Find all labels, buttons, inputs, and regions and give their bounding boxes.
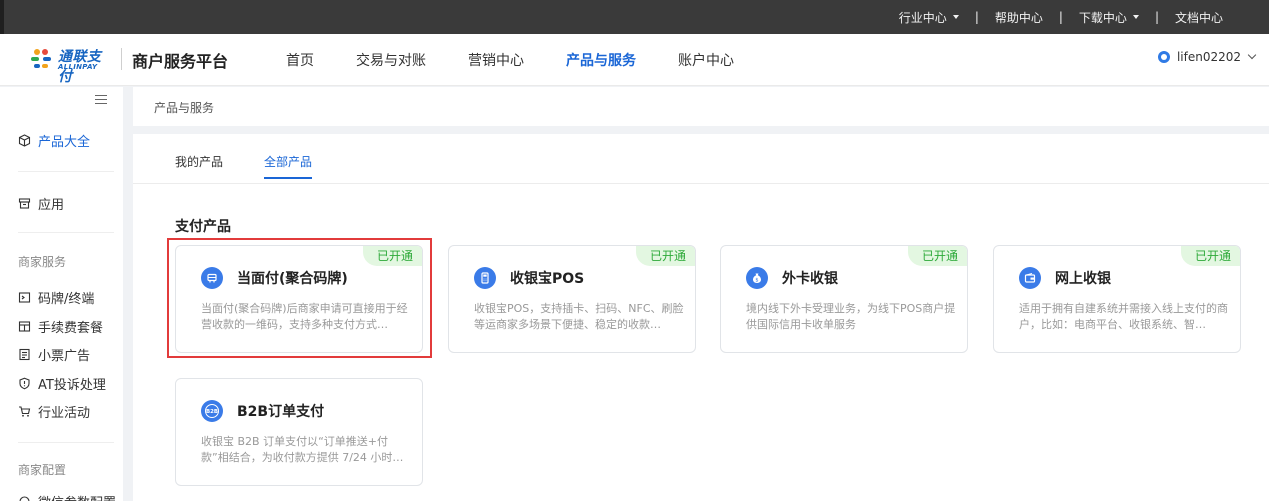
foreign-card-icon: $ — [746, 267, 768, 289]
doc-center-label: 文档中心 — [1174, 10, 1223, 25]
card-description: 境内线下外卡受理业务，为线下POS商户提供国际信用卡收单服务 — [746, 302, 956, 331]
sidebar-item-label: AT投诉处理 — [38, 378, 106, 393]
receipt-icon — [18, 348, 31, 361]
top-bar: 行业中心 | 帮助中心 | 下载中心 | 文档中心 — [0, 0, 1269, 34]
menu-collapse-icon[interactable] — [95, 95, 107, 105]
package-icon — [18, 320, 31, 333]
sidebar-item-product-all[interactable]: 产品大全 — [18, 131, 90, 150]
active-tab-indicator — [264, 177, 312, 179]
breadcrumb-bar: 产品与服务 — [133, 87, 1269, 126]
sidebar-item-wechat-config[interactable]: 微信参数配置 — [18, 492, 116, 501]
platform-title: 商户服务平台 — [132, 52, 229, 71]
chevron-down-icon — [1247, 50, 1257, 60]
card-title: 收银宝POS — [510, 271, 585, 287]
window-edge — [0, 0, 4, 34]
status-badge: 已开通 — [635, 246, 695, 266]
cart-icon — [18, 405, 31, 418]
download-center-menu[interactable]: 下载中心 — [1063, 9, 1155, 26]
app-box-icon — [18, 197, 31, 210]
download-center-label: 下载中心 — [1078, 10, 1127, 25]
card-description: 收银宝 B2B 订单支付以“订单推送+付款”相结合，为收付款方提供 7/24 小… — [201, 435, 404, 464]
doc-center-link[interactable]: 文档中心 — [1159, 9, 1239, 26]
sidebar-item-label: 码牌/终端 — [38, 292, 95, 307]
user-avatar-icon — [1157, 51, 1170, 63]
sidebar-item-terminal[interactable]: 码牌/终端 — [18, 288, 94, 307]
user-menu[interactable]: lifen02202 — [1157, 50, 1257, 64]
product-card-b2b[interactable]: B2B B2B订单支付 收银宝 B2B 订单支付以“订单推送+付款”相结合，为收… — [175, 378, 423, 486]
sidebar-divider — [18, 232, 114, 233]
sidebar-item-industry-events[interactable]: 行业活动 — [18, 402, 90, 421]
status-badge: 已开通 — [1180, 246, 1240, 266]
sidebar-item-label: 应用 — [38, 198, 65, 213]
header: 通联支付 ALLINPAY 商户服务平台 首页 交易与对账 营销中心 产品与服务… — [0, 34, 1269, 86]
sidebar-item-label: 微信参数配置 — [38, 492, 116, 501]
card-title: 网上收银 — [1055, 271, 1111, 287]
sidebar-group-merchant-service: 商家服务 — [18, 255, 67, 269]
allinpay-logo[interactable]: 通联支付 ALLINPAY — [28, 44, 112, 85]
sidebar-item-label: 小票广告 — [38, 349, 91, 364]
terminal-icon — [18, 291, 31, 304]
allinpay-logo-icon — [31, 49, 51, 68]
sidebar-group-merchant-config: 商家配置 — [18, 463, 67, 477]
card-description: 适用于拥有自建系统并需接入线上支付的商户，比如：电商平台、收银系统、智… — [1019, 302, 1228, 331]
sidebar-item-label: 行业活动 — [38, 406, 91, 421]
section-title: 支付产品 — [175, 219, 231, 235]
nav-account-center[interactable]: 账户中心 — [678, 50, 734, 70]
sidebar-item-receipt-ads[interactable]: 小票广告 — [18, 345, 90, 364]
sidebar-item-apps[interactable]: 应用 — [18, 194, 64, 213]
status-badge: 已开通 — [907, 246, 967, 266]
product-tabs: 我的产品 全部产品 — [133, 134, 1269, 184]
help-center-link[interactable]: 帮助中心 — [979, 9, 1059, 26]
nav-products-services[interactable]: 产品与服务 — [566, 50, 636, 70]
nav-home[interactable]: 首页 — [286, 50, 314, 70]
card-description: 收银宝POS，支持插卡、扫码、NFC、刷脸等运商家多场景下便捷、稳定的收款… — [474, 302, 684, 331]
industry-center-label: 行业中心 — [898, 10, 947, 25]
pos-icon — [474, 267, 496, 289]
settings-icon — [18, 495, 31, 501]
sidebar-divider — [18, 442, 114, 443]
wallet-icon — [1019, 267, 1041, 289]
nav-marketing[interactable]: 营销中心 — [468, 50, 524, 70]
industry-center-menu[interactable]: 行业中心 — [883, 9, 975, 26]
sidebar-item-fee-package[interactable]: 手续费套餐 — [18, 317, 103, 336]
svg-text:$: $ — [755, 278, 758, 284]
sidebar-item-label: 产品大全 — [38, 135, 91, 150]
logo-subtext: ALLINPAY — [58, 63, 98, 71]
top-nav: 行业中心 | 帮助中心 | 下载中心 | 文档中心 — [883, 0, 1239, 34]
product-card-online-pay[interactable]: 已开通 网上收银 适用于拥有自建系统并需接入线上支付的商户，比如：电商平台、收银… — [993, 245, 1241, 353]
product-card-foreign-card[interactable]: 已开通 $ 外卡收银 境内线下外卡受理业务，为线下POS商户提供国际信用卡收单服… — [720, 245, 968, 353]
sidebar-item-complaints[interactable]: AT投诉处理 — [18, 374, 106, 393]
caret-down-icon — [952, 15, 959, 19]
b2b-icon: B2B — [201, 400, 223, 422]
sidebar: 产品大全 应用 商家服务 码牌/终端 手续费套餐 小票广告 AT投诉处理 行业活… — [0, 87, 123, 501]
username: lifen02202 — [1176, 50, 1241, 64]
shield-icon — [18, 377, 31, 390]
product-card-pos[interactable]: 已开通 收银宝POS 收银宝POS，支持插卡、扫码、NFC、刷脸等运商家多场景下… — [448, 245, 696, 353]
card-title: 外卡收银 — [782, 271, 838, 287]
help-center-label: 帮助中心 — [994, 10, 1043, 25]
sidebar-item-label: 手续费套餐 — [38, 321, 104, 336]
highlight-box — [167, 238, 432, 358]
tab-my-products[interactable]: 我的产品 — [175, 153, 223, 170]
header-divider — [121, 48, 122, 70]
main-nav: 首页 交易与对账 营销中心 产品与服务 账户中心 — [286, 34, 776, 86]
sidebar-divider — [18, 171, 114, 172]
card-title: B2B订单支付 — [237, 404, 325, 420]
tab-all-products[interactable]: 全部产品 — [264, 153, 312, 170]
cube-icon — [18, 134, 31, 147]
nav-trade-reconcile[interactable]: 交易与对账 — [356, 50, 426, 70]
caret-down-icon — [1132, 15, 1139, 19]
svg-text:B2B: B2B — [206, 409, 218, 415]
breadcrumb: 产品与服务 — [154, 101, 215, 115]
